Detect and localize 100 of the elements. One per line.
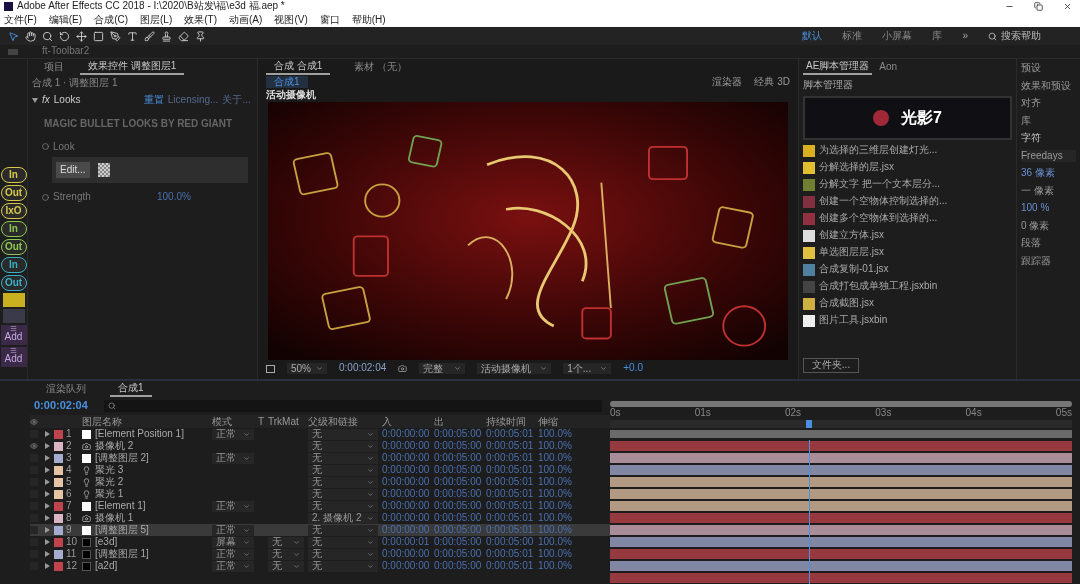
comp-breadcrumb[interactable]: 合成1 [266, 75, 308, 89]
column-header[interactable]: 图层名称 [82, 416, 212, 427]
out-time[interactable]: 0:00:05:00 [434, 465, 486, 475]
script-button[interactable]: Out [0, 185, 27, 201]
leading-field[interactable]: 一 像素 [1021, 184, 1080, 197]
trkmat-dropdown[interactable]: 无 [268, 548, 304, 560]
mode-dropdown[interactable]: 正常 [212, 452, 254, 464]
mode-dropdown[interactable]: 正常 [212, 428, 254, 440]
property-value[interactable]: 100.0% [157, 191, 191, 204]
parent-dropdown[interactable]: 无 [308, 440, 378, 452]
parent-dropdown[interactable]: 无 [308, 428, 378, 440]
out-time[interactable]: 0:00:05:00 [434, 429, 486, 439]
rectangle-icon[interactable] [93, 30, 104, 42]
layer-row[interactable]: 4 聚光 3 无 0:00:00:00 0:00:05:00 0:00:05:01 100.0% [30, 464, 610, 476]
type-icon[interactable] [127, 30, 138, 42]
visibility-icon[interactable] [30, 442, 38, 450]
column-header[interactable]: TrkMat [268, 416, 308, 427]
script-item[interactable]: 合成截图.jsx [803, 296, 1012, 311]
workspace-tab[interactable]: 默认 [802, 29, 823, 43]
stretch-value[interactable]: 100.0% [538, 501, 582, 511]
column-header[interactable]: 出 [434, 416, 486, 427]
duration-time[interactable]: 0:00:05:01 [486, 549, 538, 559]
menu-item[interactable]: 窗口 [319, 13, 340, 27]
trkmat-dropdown[interactable]: 无 [268, 536, 304, 548]
visibility-toggle[interactable] [30, 526, 38, 534]
layer-row[interactable]: 9 [调整图层 5] 正常 无 0:00:00:00 0:00:05:00 0:00:05:01 100.0% [30, 524, 610, 536]
effect-link[interactable]: 关于... [222, 93, 251, 106]
menu-item[interactable]: 文件(F) [4, 13, 37, 27]
duration-time[interactable]: 0:00:05:01 [486, 429, 538, 439]
layer-row[interactable]: 2 摄像机 2 无 0:00:00:00 0:00:05:00 0:00:05:01 100.0% [30, 440, 610, 452]
script-item[interactable]: 创建立方体.jsx [803, 228, 1012, 243]
effect-link[interactable]: Licensing... [167, 93, 219, 106]
script-item[interactable]: 合成打包成单独工程.jsxbin [803, 279, 1012, 294]
layer-name[interactable]: 摄像机 2 [95, 441, 134, 451]
panel-tab[interactable]: AE脚本管理器 [803, 59, 873, 75]
layer-row[interactable]: 11 [调整图层 1] 正常 无 无 0:00:00:00 0:00:05:00 0:00:05:01 100.0% [30, 548, 610, 560]
expand-triangle-icon[interactable] [32, 96, 38, 103]
column-header[interactable]: 持续时间 [486, 416, 538, 427]
menu-item[interactable]: 动画(A) [229, 13, 263, 27]
out-time[interactable]: 0:00:05:00 [434, 489, 486, 499]
edit-button[interactable]: Edit... [56, 161, 90, 179]
label-swatch[interactable] [54, 465, 63, 475]
menu-item[interactable]: 效果(T) [184, 13, 218, 27]
workspace-tab[interactable]: 标准 [842, 29, 863, 43]
stretch-value[interactable]: 100.0% [538, 537, 582, 547]
layer-name[interactable]: [调整图层 1] [95, 549, 149, 559]
panel-tab[interactable]: Aon [876, 59, 901, 75]
duration-time[interactable]: 0:00:05:00 [486, 537, 538, 547]
parent-dropdown[interactable]: 无 [308, 452, 378, 464]
in-time[interactable]: 0:00:00:00 [382, 429, 434, 439]
stretch-value[interactable]: 100.0% [538, 513, 582, 523]
layer-name[interactable]: [Element Position 1] [95, 429, 184, 439]
layer-row[interactable]: 12 [a2d] 正常 无 无 0:00:00:00 0:00:05:00 0:00:05:01 100.0% [30, 560, 610, 572]
parent-dropdown[interactable]: 无 [308, 488, 378, 500]
panel-title[interactable]: 库 [1021, 114, 1080, 127]
parent-dropdown[interactable]: 无 [308, 560, 378, 572]
resolution-dropdown[interactable]: 完整 [419, 363, 466, 374]
current-time[interactable]: 0:00:02:04 [34, 399, 88, 413]
in-time[interactable]: 0:00:00:00 [382, 549, 434, 559]
panel-title[interactable]: 对齐 [1021, 97, 1080, 110]
renderer-value[interactable]: 经典 3D [754, 75, 790, 89]
pin-icon[interactable] [195, 30, 206, 42]
script-button[interactable]: In [0, 257, 27, 273]
in-time[interactable]: 0:00:00:00 [382, 441, 434, 451]
in-time[interactable]: 0:00:00:00 [382, 561, 434, 571]
mode-dropdown[interactable]: 正常 [212, 548, 254, 560]
duration-time[interactable]: 0:00:05:01 [486, 513, 538, 523]
workspace-tab[interactable]: 库 [932, 29, 943, 43]
script-item[interactable]: 图片工具.jsxbin [803, 313, 1012, 328]
layer-name[interactable]: 聚光 2 [95, 477, 124, 487]
panel-tab[interactable]: 素材 （无） [346, 59, 416, 75]
parent-dropdown[interactable]: 2. 摄像机 2 [308, 512, 378, 524]
label-swatch[interactable] [54, 477, 63, 487]
add-button[interactable]: Add [0, 347, 27, 367]
in-time[interactable]: 0:00:00:00 [382, 513, 434, 523]
stretch-value[interactable]: 100.0% [538, 549, 582, 559]
layer-row[interactable]: 3 [调整图层 2] 正常 无 0:00:00:00 0:00:05:00 0:00:05:01 100.0% [30, 452, 610, 464]
out-time[interactable]: 0:00:05:00 [434, 549, 486, 559]
mode-dropdown[interactable]: 屏幕 [212, 536, 254, 548]
workspace-tab[interactable]: 小屏幕 [882, 29, 913, 43]
label-swatch[interactable] [54, 513, 63, 523]
layer-row[interactable]: 5 聚光 2 无 0:00:00:00 0:00:05:00 0:00:05:01 100.0% [30, 476, 610, 488]
duration-time[interactable]: 0:00:05:01 [486, 477, 538, 487]
eraser-icon[interactable] [178, 30, 189, 42]
parent-dropdown[interactable]: 无 [308, 548, 378, 560]
restore-icon[interactable] [1034, 2, 1043, 11]
script-item[interactable]: 单选图层层.jsx [803, 245, 1012, 260]
panel-title[interactable]: 字符 [1021, 132, 1080, 145]
column-header[interactable]: 模式 [212, 416, 258, 427]
parent-dropdown[interactable]: 无 [308, 464, 378, 476]
in-time[interactable]: 0:00:00:00 [382, 489, 434, 499]
layer-name[interactable]: 摄像机 1 [95, 513, 134, 523]
layer-name[interactable]: [Element 1] [95, 501, 146, 511]
script-item[interactable]: 创建多个空物体到选择的... [803, 211, 1012, 226]
in-time[interactable]: 0:00:00:01 [382, 537, 434, 547]
label-swatch[interactable] [54, 429, 63, 439]
pointer-icon[interactable] [8, 30, 19, 42]
menu-item[interactable]: 帮助(H) [351, 13, 386, 27]
in-time[interactable]: 0:00:00:00 [382, 477, 434, 487]
label-swatch[interactable] [54, 549, 63, 559]
